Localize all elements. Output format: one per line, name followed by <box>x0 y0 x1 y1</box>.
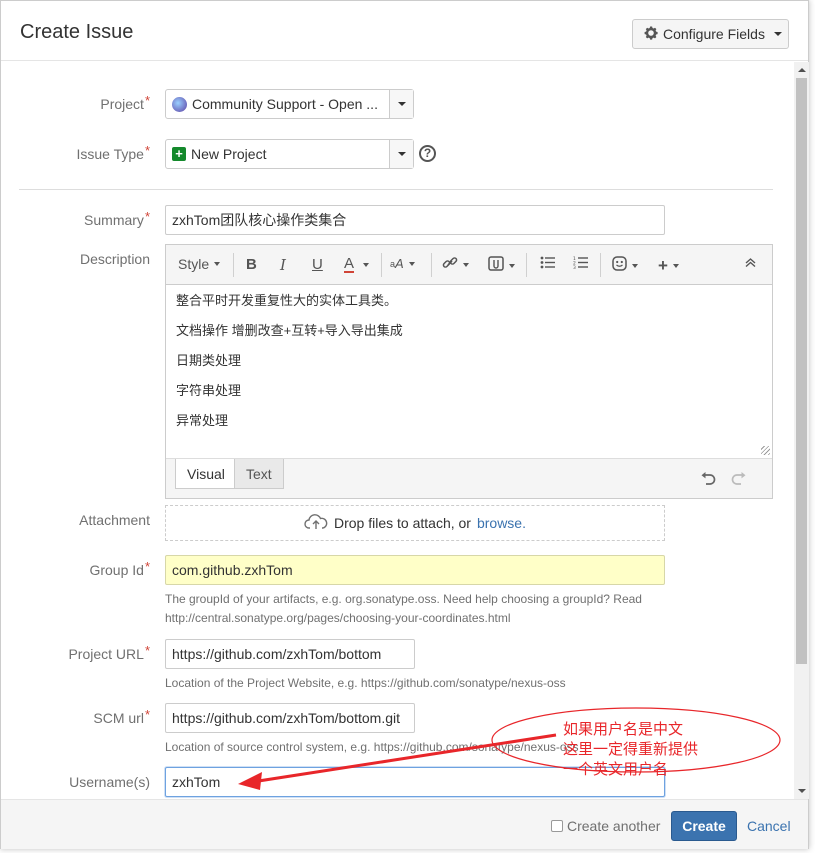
dialog-header: Create Issue Configure Fields <box>1 1 808 61</box>
text-color-button[interactable]: A <box>344 256 370 273</box>
attachment-icon <box>488 256 504 275</box>
link-icon <box>442 256 458 274</box>
description-line: 异常处理 <box>176 413 229 428</box>
description-text-area[interactable]: 整合平时开发重复性大的实体工具类。 文档操作 增删改查+互转+导入导出集成 日期… <box>166 286 772 458</box>
resize-handle[interactable] <box>761 446 770 455</box>
issue-type-value: New Project <box>191 146 267 162</box>
description-line: 整合平时开发重复性大的实体工具类。 <box>176 293 398 308</box>
description-line: 字符串处理 <box>176 383 242 398</box>
chevron-down-icon <box>773 32 782 36</box>
username-label: Username(s) <box>69 774 150 790</box>
svg-text:3: 3 <box>573 265 576 269</box>
tab-text[interactable]: Text <box>234 459 284 489</box>
scroll-down-arrow-icon[interactable] <box>798 789 806 793</box>
editor-toolbar: Style B I U A aA 1 2 3 + <box>166 245 772 285</box>
create-another-checkbox[interactable]: Create another <box>551 818 660 834</box>
italic-button[interactable]: I <box>280 256 286 274</box>
attachment-label: Attachment <box>79 512 150 528</box>
chevron-down-icon <box>397 102 406 106</box>
scrollbar-thumb[interactable] <box>796 78 807 664</box>
attachment-button[interactable] <box>488 256 515 275</box>
create-button[interactable]: Create <box>671 811 737 841</box>
help-icon[interactable]: ? <box>419 145 436 162</box>
scm-url-input[interactable]: https://github.com/zxhTom/bottom.git <box>165 703 415 733</box>
description-line: 日期类处理 <box>176 353 242 368</box>
emoticon-icon <box>612 256 627 275</box>
collapse-toolbar-button[interactable] <box>745 256 756 270</box>
bold-button[interactable]: B <box>246 256 257 273</box>
group-id-label: Group Id* <box>89 559 150 578</box>
issue-type-dropdown-button[interactable] <box>389 140 413 168</box>
group-id-help: The groupId of your artifacts, e.g. org.… <box>165 592 642 625</box>
project-label: Project* <box>100 93 150 112</box>
dialog-title: Create Issue <box>20 21 134 43</box>
dialog-scrollbar[interactable] <box>794 62 809 799</box>
project-url-input[interactable]: https://github.com/zxhTom/bottom <box>165 639 415 669</box>
description-line: 文档操作 增删改查+互转+导入导出集成 <box>176 323 403 338</box>
configure-fields-label: Configure Fields <box>663 26 765 42</box>
chevron-down-icon <box>397 152 406 156</box>
new-project-icon: + <box>172 147 186 161</box>
section-divider <box>19 189 773 190</box>
project-select[interactable]: Community Support - Open ... <box>165 89 414 119</box>
configure-fields-button[interactable]: Configure Fields <box>632 19 789 49</box>
gear-icon <box>643 25 659 44</box>
dialog-content[interactable]: Project* Community Support - Open ... Is… <box>1 62 794 799</box>
numbered-list-button[interactable]: 123 <box>573 256 588 273</box>
group-id-input[interactable]: com.github.zxhTom <box>165 555 665 585</box>
style-dropdown[interactable]: Style <box>178 256 221 272</box>
description-editor[interactable]: Style B I U A aA 1 2 3 + 整合平时开发重复性大的实体工具… <box>165 244 773 499</box>
project-dropdown-button[interactable] <box>389 90 413 118</box>
scm-url-label: SCM url* <box>93 707 150 726</box>
annotation-note: 如果用户名是中文 这里一定得重新提供 一个英文用户名 <box>563 720 699 778</box>
summary-label: Summary* <box>84 209 150 228</box>
create-another-label: Create another <box>567 818 661 834</box>
scroll-up-arrow-icon[interactable] <box>798 68 806 72</box>
link-button[interactable] <box>442 256 469 274</box>
project-url-label: Project URL* <box>68 643 150 662</box>
project-avatar-icon <box>172 96 187 112</box>
plus-icon: + <box>658 256 668 275</box>
project-url-help: Location of the Project Website, e.g. ht… <box>165 676 566 690</box>
numbered-list-icon: 123 <box>573 256 588 273</box>
bullet-list-button[interactable] <box>540 256 555 273</box>
summary-input[interactable]: zxhTom团队核心操作类集合 <box>165 205 665 235</box>
insert-more-button[interactable]: + <box>658 256 679 276</box>
chevron-up-icon <box>745 256 756 270</box>
tab-visual[interactable]: Visual <box>175 459 237 489</box>
browse-link[interactable]: browse. <box>477 515 526 531</box>
attachment-dropzone[interactable]: Drop files to attach, or browse. <box>165 505 665 541</box>
cancel-link[interactable]: Cancel <box>747 818 791 834</box>
drop-files-text: Drop files to attach, or <box>334 515 471 531</box>
editor-footer: Visual Text <box>166 458 772 498</box>
issue-type-label: Issue Type* <box>76 143 150 162</box>
description-label: Description <box>79 251 150 267</box>
text-size-button[interactable]: aA <box>390 256 415 271</box>
dialog-footer: Create another Create Cancel <box>1 799 808 849</box>
cloud-upload-icon <box>304 513 328 533</box>
undo-icon[interactable] <box>700 471 716 491</box>
emoticon-button[interactable] <box>612 256 638 275</box>
checkbox-icon[interactable] <box>551 820 563 832</box>
bullet-list-icon <box>540 256 555 273</box>
issue-type-select[interactable]: + New Project <box>165 139 414 169</box>
project-value: Community Support - Open ... <box>192 96 378 112</box>
underline-button[interactable]: U <box>312 256 323 273</box>
redo-icon[interactable] <box>731 471 747 491</box>
